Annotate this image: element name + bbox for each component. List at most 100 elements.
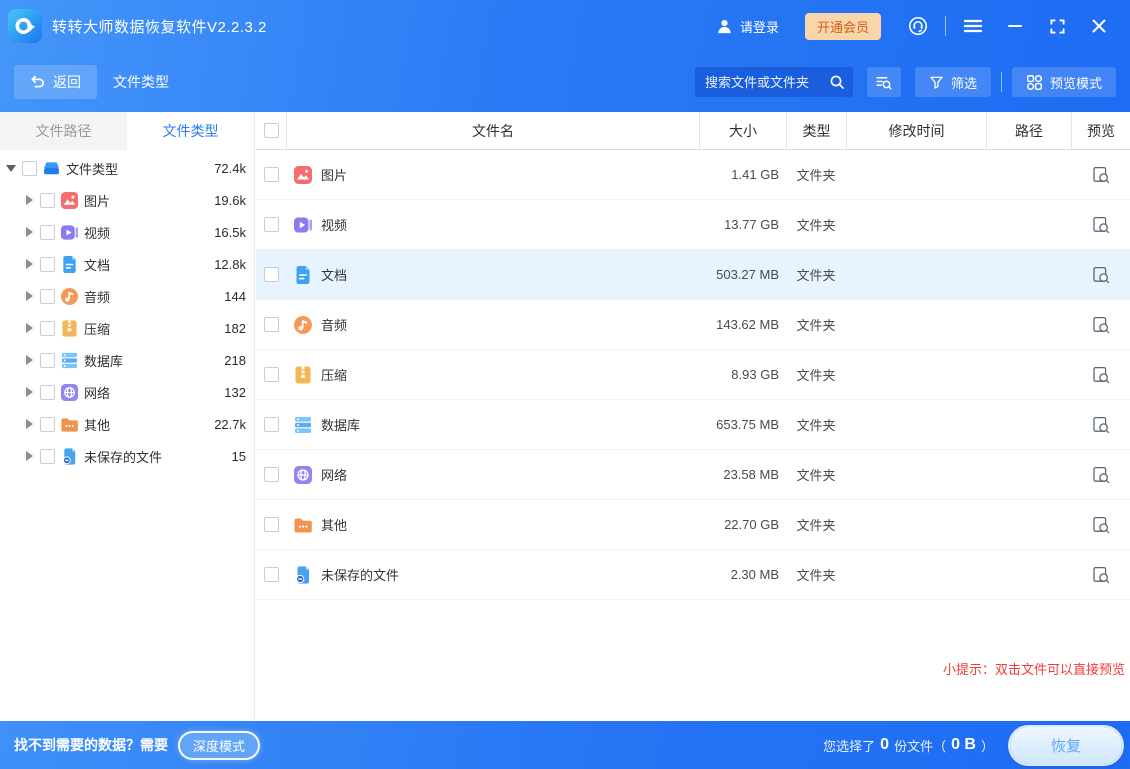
- tree-item-label: 其他: [84, 415, 214, 434]
- table-row[interactable]: 音频 143.62 MB 文件夹: [256, 300, 1130, 350]
- tree-item-checkbox[interactable]: [40, 257, 55, 272]
- filter-button[interactable]: 筛选: [915, 67, 991, 97]
- row-checkbox[interactable]: [264, 317, 279, 332]
- tree-item-checkbox[interactable]: [40, 193, 55, 208]
- tree-item-checkbox[interactable]: [40, 289, 55, 304]
- tree-expander[interactable]: [22, 289, 36, 303]
- search-in-results-button[interactable]: [867, 67, 901, 97]
- login-button[interactable]: 请登录: [716, 17, 779, 36]
- preview-mode-button[interactable]: 预览模式: [1012, 67, 1116, 97]
- tree-expander[interactable]: [22, 449, 36, 463]
- tree-item-checkbox[interactable]: [40, 225, 55, 240]
- row-name: 音频: [321, 315, 347, 334]
- row-checkbox[interactable]: [264, 267, 279, 282]
- tree-item[interactable]: 图片 19.6k: [0, 184, 254, 216]
- table-row[interactable]: 网络 23.58 MB 文件夹: [256, 450, 1130, 500]
- tree-item-checkbox[interactable]: [40, 353, 55, 368]
- file-type-icon: [293, 365, 313, 385]
- row-checkbox[interactable]: [264, 167, 279, 182]
- row-checkbox[interactable]: [264, 367, 279, 382]
- preview-icon[interactable]: [1091, 465, 1111, 485]
- table-row[interactable]: 图片 1.41 GB 文件夹: [256, 150, 1130, 200]
- deep-mode-button[interactable]: 深度模式: [178, 731, 260, 760]
- search-input[interactable]: [705, 75, 829, 90]
- sidebar: 文件路径 文件类型 文件类型 72.4k 图片 19.6k 视频 16.5k 文…: [0, 112, 255, 721]
- table-row[interactable]: 视频 13.77 GB 文件夹: [256, 200, 1130, 250]
- row-checkbox[interactable]: [264, 517, 279, 532]
- row-preview-cell: [1071, 165, 1130, 185]
- tree-expander[interactable]: [4, 161, 18, 175]
- filter-label: 筛选: [951, 73, 977, 92]
- tree-item-label: 未保存的文件: [84, 447, 232, 466]
- table-row[interactable]: 数据库 653.75 MB 文件夹: [256, 400, 1130, 450]
- row-checkbox[interactable]: [264, 217, 279, 232]
- back-arrow-icon: [30, 74, 46, 90]
- tab-file-path[interactable]: 文件路径: [0, 112, 127, 150]
- table-row[interactable]: 压缩 8.93 GB 文件夹: [256, 350, 1130, 400]
- row-preview-cell: [1071, 365, 1130, 385]
- tree-item[interactable]: 文件类型 72.4k: [0, 152, 254, 184]
- tree-expander[interactable]: [22, 385, 36, 399]
- preview-icon[interactable]: [1091, 565, 1111, 585]
- tree-item[interactable]: 压缩 182: [0, 312, 254, 344]
- tree-expander[interactable]: [22, 193, 36, 207]
- tree-item-checkbox[interactable]: [40, 321, 55, 336]
- tree-item[interactable]: 文档 12.8k: [0, 248, 254, 280]
- search-icon[interactable]: [829, 74, 845, 90]
- preview-icon[interactable]: [1091, 515, 1111, 535]
- tree-item-checkbox[interactable]: [22, 161, 37, 176]
- row-type: 文件夹: [786, 515, 846, 534]
- row-size: 1.41 GB: [699, 167, 786, 182]
- select-all-checkbox[interactable]: [264, 123, 279, 138]
- table-row[interactable]: 未保存的文件 2.30 MB 文件夹: [256, 550, 1130, 600]
- preview-icon[interactable]: [1091, 265, 1111, 285]
- tree-item-icon: [60, 447, 79, 466]
- selection-status: 您选择了 0 份文件（ 0 B ）: [823, 736, 994, 755]
- table-row[interactable]: 其他 22.70 GB 文件夹: [256, 500, 1130, 550]
- tree-item-icon: [60, 383, 79, 402]
- tree-item[interactable]: 其他 22.7k: [0, 408, 254, 440]
- preview-icon[interactable]: [1091, 165, 1111, 185]
- status-suffix: ）: [981, 736, 994, 755]
- tree-item[interactable]: 视频 16.5k: [0, 216, 254, 248]
- tree-item-count: 15: [232, 449, 246, 464]
- app-logo-icon: [8, 9, 42, 43]
- tree-expander[interactable]: [22, 417, 36, 431]
- tree-item[interactable]: 未保存的文件 15: [0, 440, 254, 472]
- preview-icon[interactable]: [1091, 315, 1111, 335]
- row-checkbox[interactable]: [264, 467, 279, 482]
- recover-button[interactable]: 恢复: [1010, 727, 1122, 764]
- tree-item-checkbox[interactable]: [40, 449, 55, 464]
- maximize-icon[interactable]: [1040, 10, 1074, 42]
- row-name-cell: 视频: [286, 215, 699, 235]
- app-window: 转转大师数据恢复软件V2.2.3.2 请登录 开通会员: [0, 0, 1130, 769]
- row-checkbox-cell: [256, 417, 286, 432]
- menu-icon[interactable]: [956, 10, 990, 42]
- vip-button[interactable]: 开通会员: [805, 13, 881, 40]
- funnel-icon: [929, 75, 944, 90]
- preview-icon[interactable]: [1091, 415, 1111, 435]
- row-checkbox[interactable]: [264, 567, 279, 582]
- row-checkbox[interactable]: [264, 417, 279, 432]
- tree-item-label: 音频: [84, 287, 224, 306]
- tree-item[interactable]: 数据库 218: [0, 344, 254, 376]
- tree-expander[interactable]: [22, 225, 36, 239]
- back-button[interactable]: 返回: [14, 65, 97, 99]
- tree-expander[interactable]: [22, 321, 36, 335]
- tree-item[interactable]: 网络 132: [0, 376, 254, 408]
- preview-icon[interactable]: [1091, 365, 1111, 385]
- tree-item-checkbox[interactable]: [40, 417, 55, 432]
- tree-expander[interactable]: [22, 257, 36, 271]
- tree-expander[interactable]: [22, 353, 36, 367]
- table-row[interactable]: 文档 503.27 MB 文件夹: [256, 250, 1130, 300]
- row-name: 图片: [321, 165, 347, 184]
- customer-service-icon[interactable]: [901, 10, 935, 42]
- close-icon[interactable]: [1082, 10, 1116, 42]
- tree-item[interactable]: 音频 144: [0, 280, 254, 312]
- preview-icon[interactable]: [1091, 215, 1111, 235]
- toolbar: 返回 文件类型 筛选: [0, 52, 1130, 112]
- tab-file-type[interactable]: 文件类型: [127, 112, 254, 150]
- minimize-icon[interactable]: [998, 10, 1032, 42]
- tree-item-checkbox[interactable]: [40, 385, 55, 400]
- row-name-cell: 压缩: [286, 365, 699, 385]
